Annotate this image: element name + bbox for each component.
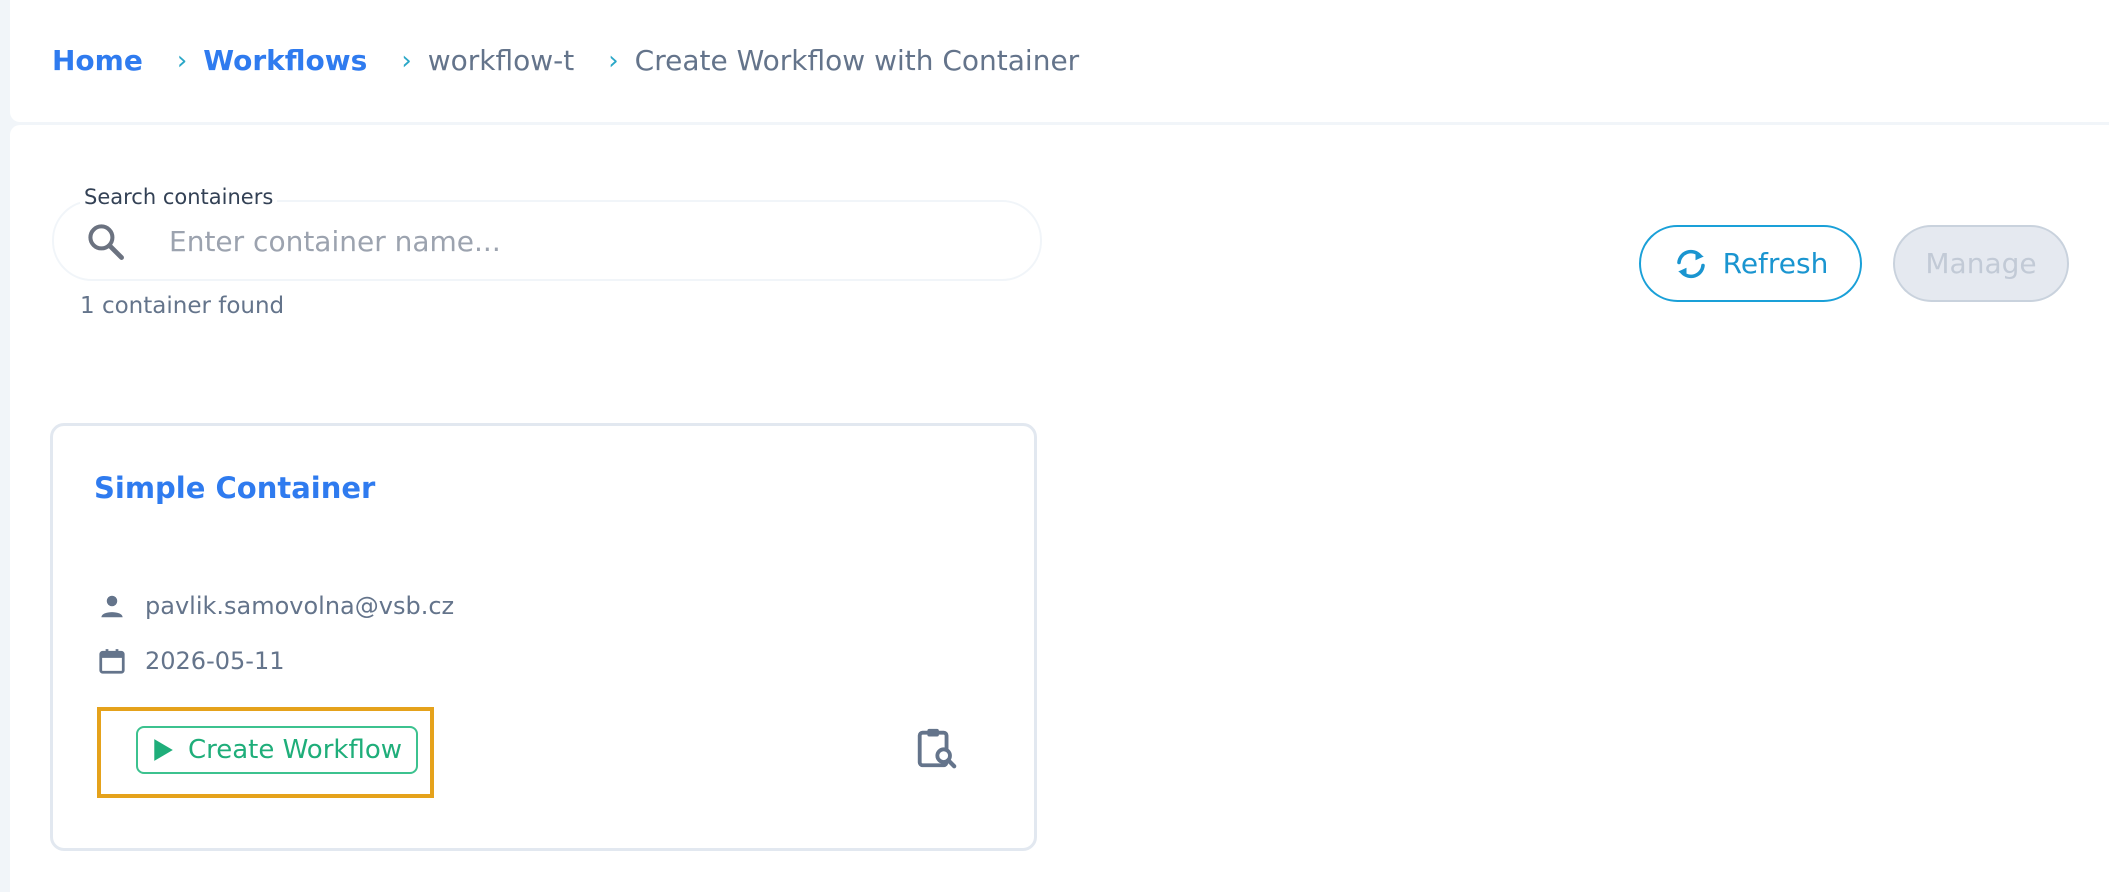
breadcrumb-home[interactable]: Home: [52, 44, 143, 77]
create-workflow-label: Create Workflow: [187, 735, 403, 765]
breadcrumb-workflows[interactable]: Workflows: [203, 44, 367, 77]
breadcrumb-workflow: workflow-t: [427, 44, 575, 77]
created-date: 2026-05-11: [145, 647, 285, 675]
container-card: Simple Container pavlik.samovolna@vsb.cz…: [50, 423, 1037, 851]
create-workflow-button[interactable]: Create Workflow: [136, 726, 418, 774]
manage-button[interactable]: Manage: [1893, 225, 2069, 302]
date-row: 2026-05-11: [97, 646, 284, 676]
owner-email: pavlik.samovolna@vsb.cz: [145, 592, 455, 620]
refresh-icon: [1676, 249, 1705, 278]
search-input[interactable]: [169, 214, 1009, 268]
breadcrumb-separator: ›: [401, 45, 412, 76]
result-count: 1 container found: [80, 293, 285, 319]
breadcrumb-separator: ›: [176, 45, 188, 76]
calendar-icon: [99, 649, 125, 674]
refresh-label: Refresh: [1722, 247, 1829, 280]
play-icon: [154, 739, 173, 761]
breadcrumb-separator: ›: [608, 45, 619, 76]
search-label: Search containers: [80, 185, 278, 209]
person-icon: [101, 595, 123, 618]
search-field[interactable]: [52, 200, 1042, 281]
owner-row: pavlik.samovolna@vsb.cz: [97, 591, 454, 621]
manage-label: Manage: [1925, 247, 2037, 280]
breadcrumb: Home › Workflows › workflow-t › Create W…: [52, 44, 1079, 77]
clipboard-search-icon[interactable]: [913, 724, 959, 772]
main-content: Search containers 1 container found Refr…: [10, 125, 2109, 892]
search-icon: [88, 224, 124, 260]
refresh-button[interactable]: Refresh: [1639, 225, 1862, 302]
breadcrumb-current: Create Workflow with Container: [634, 44, 1080, 77]
container-title[interactable]: Simple Container: [94, 471, 375, 505]
top-bar: Home › Workflows › workflow-t › Create W…: [10, 0, 2109, 122]
